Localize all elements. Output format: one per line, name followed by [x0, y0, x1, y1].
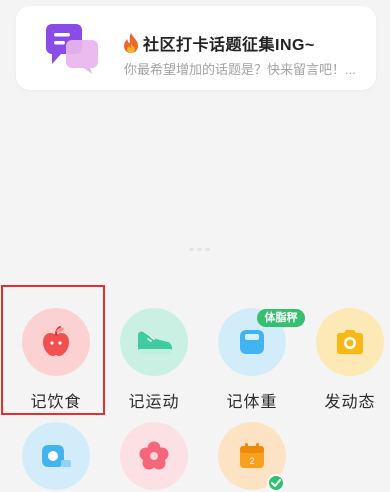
topic-subtitle: 你最希望增加的话题是？快来留言吧！... — [124, 62, 356, 77]
camera-icon — [337, 330, 363, 354]
fire-icon — [124, 33, 138, 53]
checked-icon — [267, 474, 285, 492]
period-button[interactable] — [106, 422, 202, 490]
post-update-icon-circle — [316, 308, 384, 376]
measure-button[interactable] — [8, 422, 104, 490]
log-exercise-button[interactable]: 记运动 — [106, 308, 202, 412]
measure-icon-circle — [22, 422, 90, 490]
pager-dot — [189, 248, 194, 251]
log-exercise-icon-circle — [120, 308, 188, 376]
pager-dot — [205, 248, 210, 251]
body-fat-scale-badge: 体脂秤 — [257, 309, 305, 327]
pager-indicator — [189, 248, 215, 252]
post-update-button[interactable]: 发动态 — [302, 308, 390, 412]
calendar-day: 2 — [249, 456, 254, 466]
log-diet-label: 记饮食 — [30, 394, 82, 411]
scale-icon — [240, 330, 264, 354]
flower-icon — [139, 441, 169, 470]
log-diet-icon-circle — [22, 308, 90, 376]
log-exercise-label: 记运动 — [128, 394, 180, 411]
sneaker-icon — [138, 331, 172, 354]
apple-icon — [43, 326, 69, 356]
log-diet-button[interactable]: 记饮食 — [8, 308, 104, 412]
topic-title: 社区打卡话题征集ING~ — [143, 37, 315, 54]
check-in-calendar-button[interactable]: 2 — [204, 422, 300, 490]
pager-dot — [197, 248, 202, 251]
log-weight-label: 记体重 — [226, 394, 278, 411]
period-icon-circle — [120, 422, 188, 490]
topic-title-row: 社区打卡话题征集ING~ — [122, 31, 315, 55]
chat-bubbles-icon — [46, 24, 98, 74]
tape-measure-icon — [42, 445, 71, 467]
topic-card[interactable]: 社区打卡话题征集ING~ 你最希望增加的话题是？快来留言吧！... — [16, 6, 376, 90]
calendar-icon: 2 — [240, 443, 264, 468]
post-update-label: 发动态 — [324, 394, 376, 411]
